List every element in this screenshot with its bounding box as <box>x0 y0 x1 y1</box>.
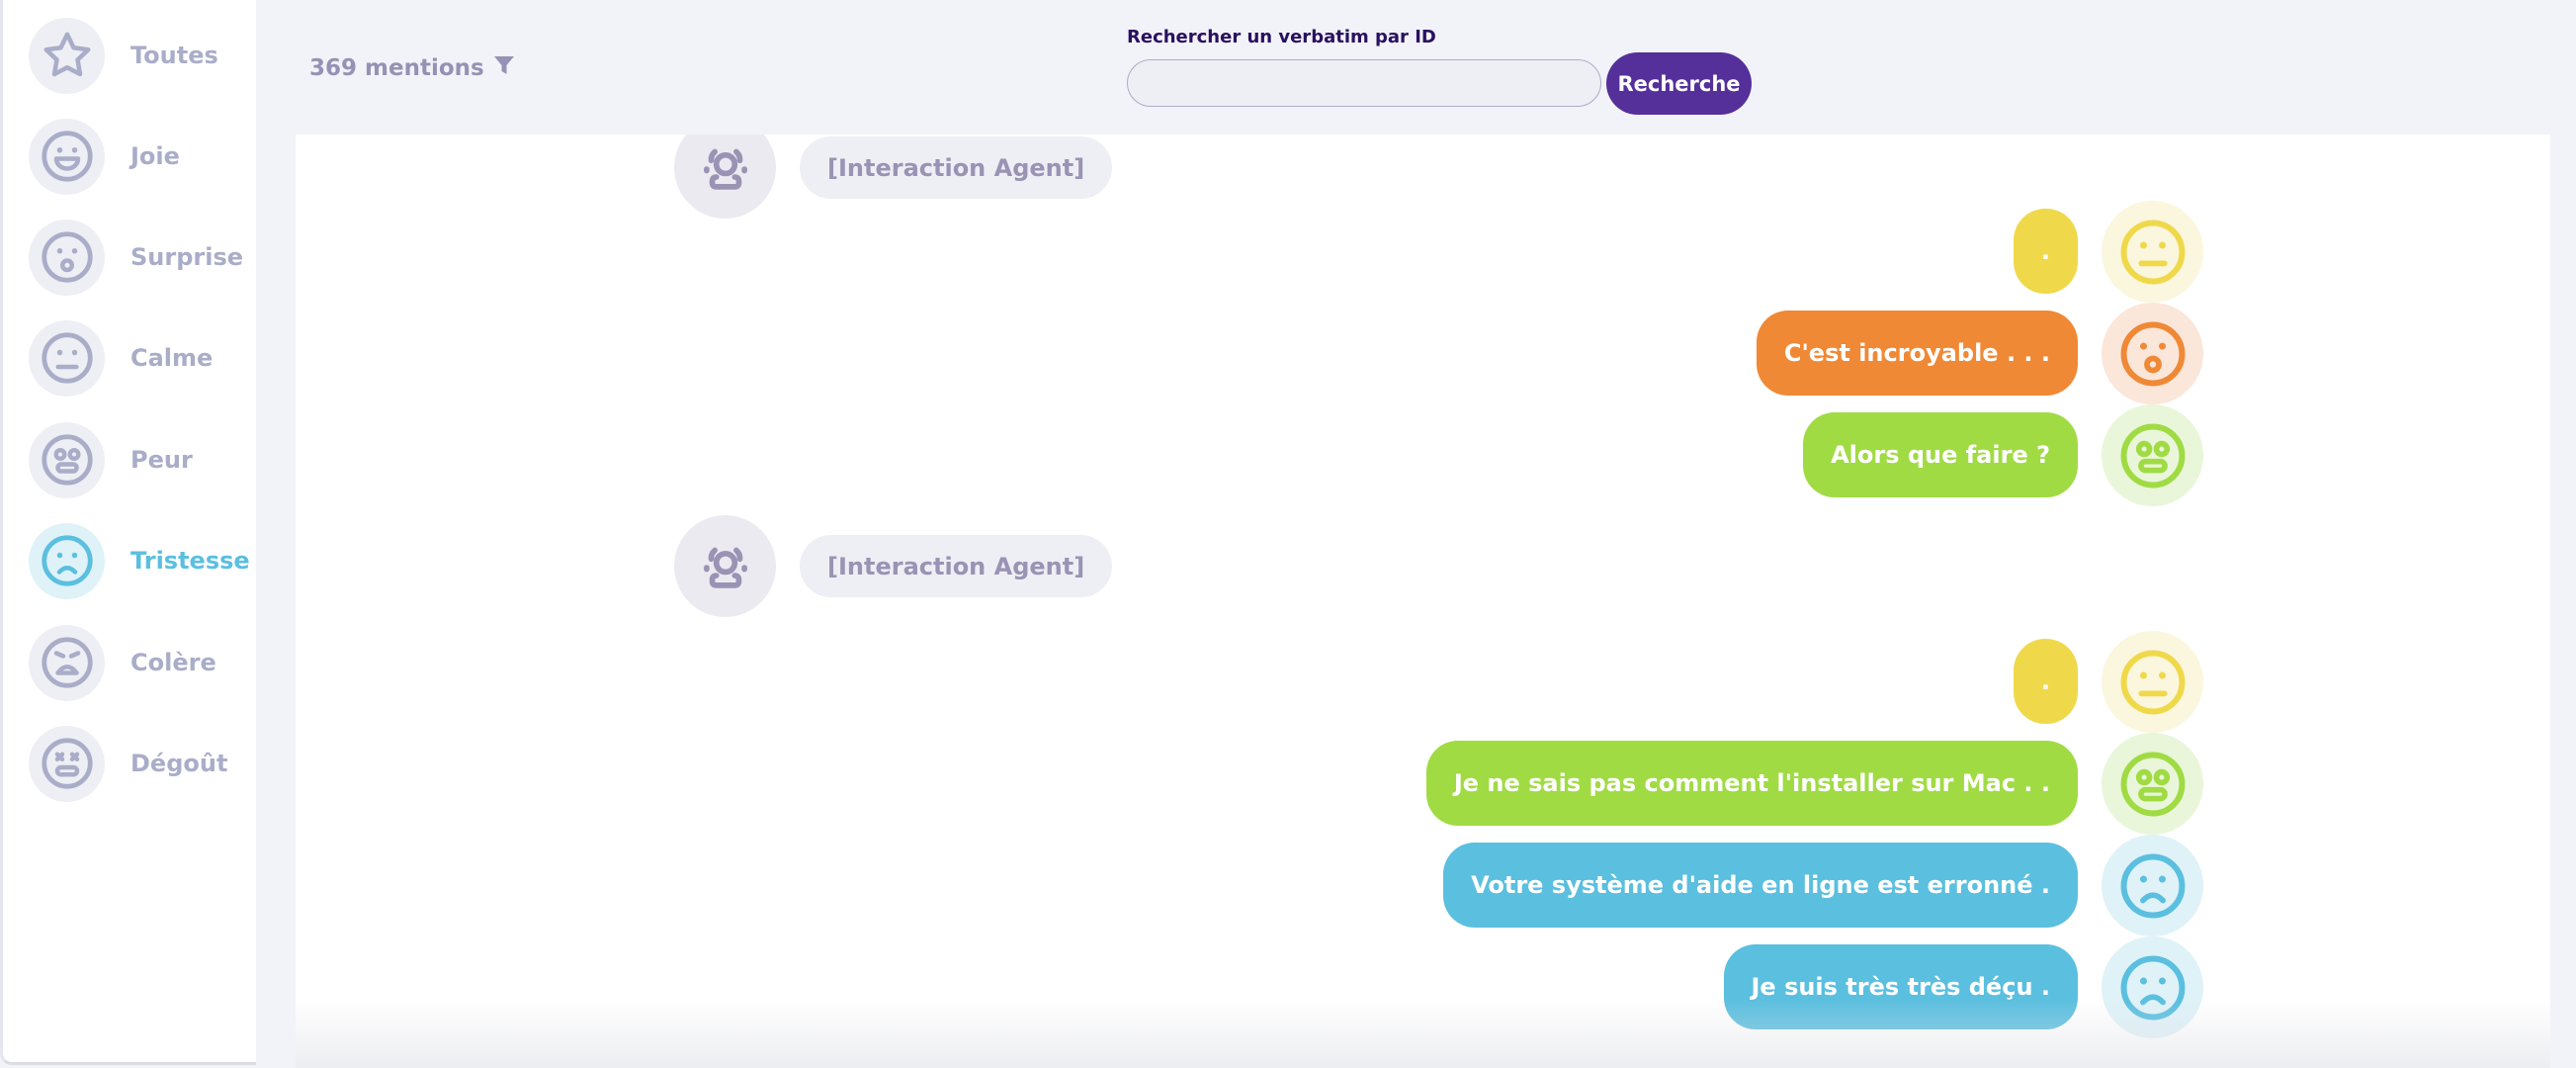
surprise-face-icon-glyph <box>2120 321 2185 386</box>
conversation-panel: [Interaction Agent] . C'est incroyable .… <box>296 134 2550 1068</box>
sidebar-item-tristesse[interactable]: Tristesse <box>3 518 259 603</box>
agent-headset-icon-glyph <box>703 547 747 588</box>
sad-face-icon <box>2102 936 2203 1038</box>
mentions-count: 369 mentions <box>309 55 484 81</box>
sad-face-icon-glyph <box>2120 853 2185 918</box>
fear-face-icon-glyph <box>2120 423 2185 488</box>
surprise-face-icon-glyph <box>41 231 93 283</box>
verbatim-id-search-input[interactable] <box>1127 59 1601 107</box>
message-bubble: . <box>2013 209 2078 294</box>
disgust-face-icon <box>29 725 105 802</box>
customer-message: Votre système d'aide en ligne est erronn… <box>296 835 2550 936</box>
sad-face-icon-glyph <box>2120 955 2185 1020</box>
sidebar-item-label: Dégoût <box>130 750 228 777</box>
customer-message: Alors que faire ? <box>296 404 2550 506</box>
mentions-filter[interactable]: 369 mentions <box>309 52 516 84</box>
scrollbar-track[interactable] <box>2550 134 2576 1068</box>
sidebar-item-colere[interactable]: Colère <box>3 620 259 705</box>
neutral-face-icon-glyph <box>2120 650 2185 714</box>
customer-message: C'est incroyable . . . <box>296 303 2550 404</box>
customer-message: Je suis très très déçu . <box>296 936 2550 1038</box>
sidebar-item-joie[interactable]: Joie <box>3 114 259 199</box>
search-button[interactable]: Recherche <box>1606 52 1752 115</box>
agent-headset-icon-glyph <box>703 148 747 190</box>
message-bubble: . <box>2013 639 2078 724</box>
customer-message: Je ne sais pas comment l'installer sur M… <box>296 733 2550 835</box>
agent-message: [Interaction Agent] <box>296 515 2550 617</box>
message-bubble: Alors que faire ? <box>1803 412 2078 497</box>
sidebar-item-surprise[interactable]: Surprise <box>3 215 259 300</box>
sidebar-item-degout[interactable]: Dégoût <box>3 721 259 806</box>
message-bubble: Je ne sais pas comment l'installer sur M… <box>1425 741 2078 826</box>
sidebar-item-label: Peur <box>130 446 193 474</box>
sidebar-item-label: Colère <box>130 649 216 676</box>
angry-face-icon <box>29 624 105 701</box>
customer-message: . <box>296 631 2550 733</box>
neutral-face-icon <box>2102 631 2203 733</box>
surprise-face-icon <box>29 219 105 296</box>
fear-face-icon <box>29 421 105 498</box>
disgust-face-icon-glyph <box>41 738 93 789</box>
star-icon-glyph <box>43 32 90 77</box>
neutral-face-icon-glyph <box>2120 220 2185 284</box>
sad-face-icon <box>29 522 105 599</box>
customer-message: . <box>296 201 2550 303</box>
message-bubble: C'est incroyable . . . <box>1756 311 2078 396</box>
sidebar-item-label: Calme <box>130 344 214 372</box>
sad-face-icon-glyph <box>41 535 93 586</box>
joy-face-icon <box>29 118 105 195</box>
agent-label: [Interaction Agent] <box>800 535 1113 597</box>
agent-headset-icon <box>674 515 776 617</box>
joy-face-icon-glyph <box>41 131 93 182</box>
sidebar-item-label: Joie <box>130 142 180 170</box>
angry-face-icon-glyph <box>41 637 93 688</box>
surprise-face-icon <box>2102 303 2203 404</box>
fear-face-icon <box>2102 733 2203 835</box>
message-bubble: Votre système d'aide en ligne est erronn… <box>1443 843 2078 928</box>
fear-face-icon-glyph <box>2120 752 2185 816</box>
neutral-face-icon-glyph <box>41 332 93 384</box>
sidebar-item-label: Tristesse <box>130 547 250 575</box>
emotion-sidebar: Toutes Joie Surprise Calme Peur Tristess… <box>0 0 256 1065</box>
sidebar-item-calme[interactable]: Calme <box>3 315 259 400</box>
message-bubble: Je suis très très déçu . <box>1723 944 2078 1029</box>
sidebar-item-label: Toutes <box>130 42 218 69</box>
search-label: Rechercher un verbatim par ID <box>1127 27 1436 47</box>
fear-face-icon-glyph <box>41 434 93 486</box>
header-bar: 369 mentions Rechercher un verbatim par … <box>258 5 2576 134</box>
agent-label: [Interaction Agent] <box>800 136 1113 199</box>
sidebar-item-label: Surprise <box>130 243 244 271</box>
sidebar-item-toutes[interactable]: Toutes <box>3 13 259 98</box>
filter-icon[interactable] <box>492 52 516 84</box>
sidebar-item-peur[interactable]: Peur <box>3 417 259 502</box>
filter-icon-glyph <box>493 56 514 74</box>
neutral-face-icon <box>2102 201 2203 303</box>
fear-face-icon <box>2102 404 2203 506</box>
star-icon <box>29 17 105 94</box>
sad-face-icon <box>2102 835 2203 936</box>
neutral-face-icon <box>29 319 105 397</box>
